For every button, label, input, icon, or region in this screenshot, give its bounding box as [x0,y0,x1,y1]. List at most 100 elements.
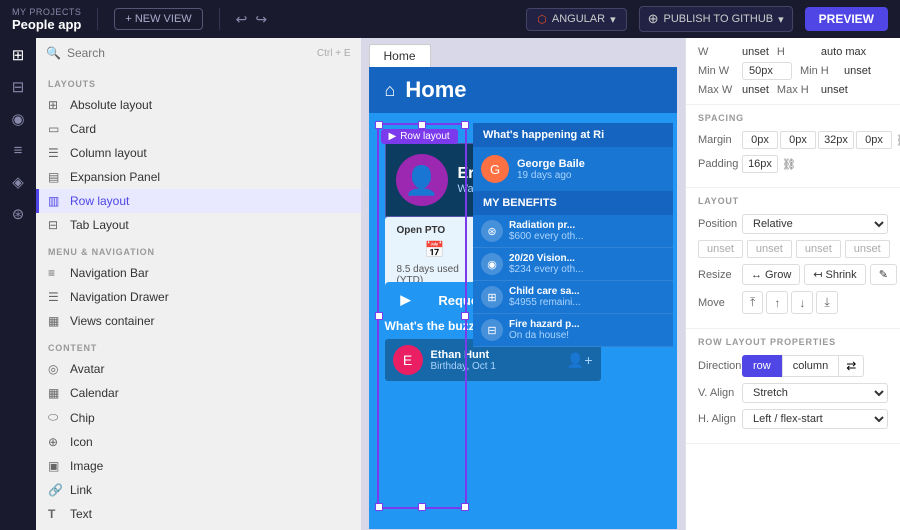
layers-icon[interactable]: ⊞ [12,46,25,64]
chevron-down-icon: ▾ [610,13,616,26]
valign-label: V. Align [698,387,738,399]
column-direction-button[interactable]: column [782,355,839,377]
handle-mr[interactable] [461,312,469,320]
theme-icon[interactable]: ◈ [12,173,24,191]
george-item: G George Baile 19 days ago [473,147,673,191]
benefit-name-1: 20/20 Vision... [509,253,584,264]
handle-tl[interactable] [375,121,383,129]
handle-tr[interactable] [461,121,469,129]
min-h-value: unset [844,65,871,77]
nav-drawer-icon: ☰ [48,290,62,304]
w-value: unset [742,46,769,58]
move-down-button[interactable]: ↓ [791,291,813,314]
assets-icon[interactable]: ◉ [11,110,24,128]
move-bottom-button[interactable]: ⤓ [816,291,837,314]
benefit-icon-0: ⊛ [481,220,503,242]
views-container-label: Views container [70,314,155,328]
sidebar-item-nav-drawer[interactable]: ☰ Navigation Drawer [36,285,361,309]
move-up-button[interactable]: ↑ [766,291,788,314]
canvas-tab[interactable]: Home [369,44,431,67]
expansion-panel-label: Expansion Panel [70,170,160,184]
components-icon[interactable]: ⊟ [12,78,25,96]
app-name: People app [12,17,81,32]
github-icon: ⊕ [648,11,659,27]
sidebar-item-row-layout[interactable]: ▥ Row layout [36,189,361,213]
sidebar-item-text[interactable]: T Text [36,502,361,526]
angular-button[interactable]: ⬡ ANGULAR ▾ [526,8,626,31]
sidebar-item-icon[interactable]: ⊕ Icon [36,430,361,454]
benefit-icon-1: ◉ [481,253,503,275]
padding-input[interactable] [742,155,778,173]
direction-swap-button[interactable]: ⇄ [839,355,864,377]
topbar: MY PROJECTS People app + NEW VIEW ↩ ↪ ⬡ … [0,0,900,38]
search-shortcut: Ctrl + E [317,48,351,59]
margin-left[interactable] [856,131,892,149]
sidebar-item-card[interactable]: ▭ Card [36,117,361,141]
wh-section: W unset H auto max Min W Min H unset [686,38,900,105]
max-h-value: unset [821,84,848,96]
avatar-icon: ◎ [48,362,62,376]
move-arrows: ⤒ ↑ ↓ ⤓ [742,291,838,314]
settings-icon[interactable]: ⊛ [12,205,25,223]
link-icon: 🔗 [48,483,62,497]
h-label: H [777,46,817,58]
sidebar-item-link[interactable]: 🔗 Link [36,478,361,502]
halign-select[interactable]: Left / flex-start [742,409,888,429]
whats-happening-panel: What's happening at Ri G George Baile 19… [473,123,673,347]
min-w-input[interactable] [742,62,792,80]
w-label: W [698,46,738,58]
resize-edit-button[interactable]: ✎ [870,264,897,285]
nav-bar-icon: ≡ [48,266,62,280]
redo-icon[interactable]: ↪ [255,11,267,28]
benefit-amount-3: On da house! [509,330,580,341]
resize-row: Resize ↔ Grow ↤ Shrink ✎ [698,264,888,285]
sidebar-item-chip[interactable]: ⬭ Chip [36,405,361,430]
unset-row: unset unset unset unset [698,240,888,258]
padding-row: Padding ⛓ [698,155,888,173]
publish-button[interactable]: ⊕ PUBLISH TO GITHUB ▾ [639,6,793,32]
sidebar-item-column-layout[interactable]: ☰ Column layout [36,141,361,165]
handle-br[interactable] [461,503,469,511]
handle-bc[interactable] [418,503,426,511]
margin-bottom[interactable] [818,131,854,149]
handle-bl[interactable] [375,503,383,511]
margin-top[interactable] [742,131,778,149]
valign-select[interactable]: Stretch [742,383,888,403]
row-direction-button[interactable]: row [742,355,782,377]
sidebar-item-expansion-panel[interactable]: ▤ Expansion Panel [36,165,361,189]
sidebar-item-avatar[interactable]: ◎ Avatar [36,357,361,381]
grow-button[interactable]: ↔ Grow [742,264,800,285]
wh-row: W unset H auto max [698,46,888,58]
avatar-label: Avatar [70,362,104,376]
max-h-label: Max H [777,84,817,96]
column-layout-icon: ☰ [48,146,62,160]
angular-icon: ⬡ [537,13,547,26]
sidebar-item-nav-bar[interactable]: ≡ Navigation Bar [36,261,361,285]
whats-happening-title: What's happening at Ri [473,123,673,147]
undo-icon[interactable]: ↩ [236,11,248,28]
canvas-content: ▶ Row layout ⌂ Home [369,67,678,529]
preview-button[interactable]: PREVIEW [805,7,888,31]
edit-icon: ✎ [879,268,888,281]
max-w-label: Max W [698,84,738,96]
sidebar-item-views-container[interactable]: ▦ Views container [36,309,361,333]
sidebar-item-absolute-layout[interactable]: ⊞ Absolute layout [36,93,361,117]
data-icon[interactable]: ≡ [14,142,23,159]
unset-2: unset [747,240,792,258]
nav-drawer-label: Navigation Drawer [70,290,169,304]
move-top-button[interactable]: ⤒ [742,291,763,314]
sidebar-item-tab-layout[interactable]: ⊟ Tab Layout [36,213,361,237]
card-icon: ▭ [48,122,62,136]
shrink-button[interactable]: ↤ Shrink [804,264,865,285]
handle-ml[interactable] [375,312,383,320]
sidebar-item-calendar[interactable]: ▦ Calendar [36,381,361,405]
sidebar-panel: 🔍 Ctrl + E LAYOUTS ⊞ Absolute layout ▭ C… [36,38,361,530]
position-select[interactable]: Relative [742,214,888,234]
margin-right[interactable] [780,131,816,149]
sidebar-item-image[interactable]: ▣ Image [36,454,361,478]
search-input[interactable] [67,46,311,60]
tab-layout-icon: ⊟ [48,218,62,232]
new-view-button[interactable]: + NEW VIEW [114,8,202,30]
handle-tc[interactable] [418,121,426,129]
benefit-name-0: Radiation pr... [509,220,584,231]
